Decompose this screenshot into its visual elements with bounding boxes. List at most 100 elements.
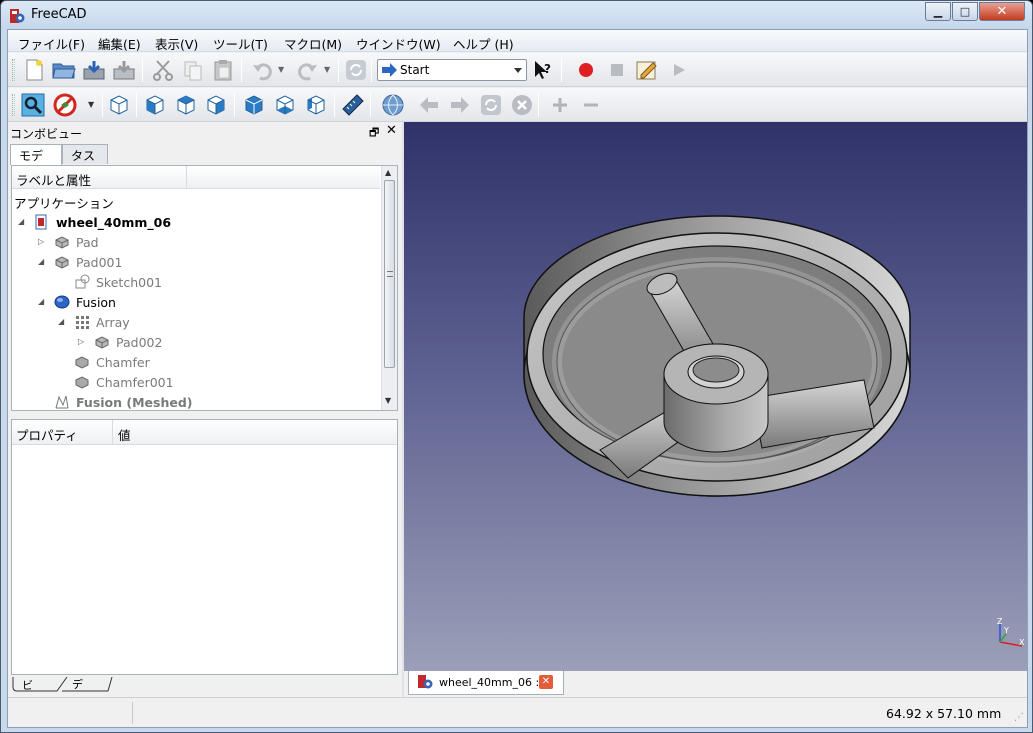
toolbar-grip[interactable] (12, 59, 15, 81)
toolbar-separator (241, 58, 242, 82)
save-button[interactable] (82, 58, 106, 82)
3d-viewport[interactable]: Z Y X (404, 122, 1027, 671)
tree-item[interactable]: Fusion (Meshed) (54, 392, 193, 412)
stop-macro-button[interactable] (605, 58, 629, 82)
tab-model[interactable]: モデル (10, 144, 62, 180)
document-tab[interactable]: wheel_40mm_06 : 1 ✕ (408, 671, 564, 695)
workbench-selector[interactable]: Start (377, 59, 527, 81)
fit-all-button[interactable] (21, 93, 45, 117)
zoom-in-button[interactable] (548, 93, 572, 117)
menu-help[interactable]: ヘルプ (H) (453, 34, 514, 53)
minimize-button[interactable]: ▁ (925, 2, 951, 21)
axis-z-label: Z (997, 617, 1003, 626)
scroll-down-icon[interactable]: ▼ (385, 396, 391, 405)
right-view-button[interactable] (204, 93, 228, 117)
axis-y-label: Y (1004, 626, 1009, 635)
toolbar-separator (136, 93, 137, 117)
menu-tools[interactable]: ツール(T) (213, 34, 268, 53)
tree-item[interactable]: ◢ Array (58, 312, 130, 332)
tree-item[interactable]: Sketch001 (74, 272, 162, 292)
bottom-view-button[interactable] (273, 93, 297, 117)
menu-macro[interactable]: マクロ(M) (284, 34, 342, 53)
float-icon[interactable]: 🗗 (369, 124, 379, 143)
reload-button[interactable] (479, 93, 503, 117)
tree-item-label: wheel_40mm_06 (56, 214, 172, 230)
record-macro-button[interactable] (574, 58, 598, 82)
cut-icon (153, 60, 173, 81)
new-button[interactable] (22, 58, 46, 82)
collapse-arrow-icon[interactable]: ◢ (38, 258, 46, 266)
collapse-arrow-icon[interactable]: ◢ (38, 298, 46, 306)
isometric-view-button[interactable] (107, 93, 131, 117)
web-home-button[interactable] (381, 93, 405, 117)
tab-task[interactable]: タスク (62, 144, 108, 180)
bottom-view-icon (276, 95, 294, 115)
top-view-button[interactable] (174, 93, 198, 117)
undo-dropdown-icon[interactable]: ▼ (278, 65, 284, 74)
tree-item[interactable]: Chamfer001 (74, 372, 174, 392)
tree-item[interactable]: ▷ Pad002 (78, 332, 162, 352)
status-divider (132, 702, 133, 724)
tree-item[interactable]: Chamfer (74, 352, 150, 372)
close-tab-icon[interactable]: ✕ (539, 675, 553, 689)
title-bar[interactable]: FreeCAD ▁ □ ✕ (1, 1, 1032, 29)
chamfer-icon (74, 374, 90, 390)
wheel-model-render (523, 215, 911, 497)
tree-header-label: ラベルと属性 (16, 173, 92, 188)
expand-arrow-icon[interactable]: ▷ (78, 338, 86, 346)
refresh-button[interactable] (344, 58, 368, 82)
save-as-button[interactable] (112, 58, 136, 82)
toolbar-grip[interactable] (12, 94, 15, 116)
stop-button[interactable] (510, 93, 534, 117)
tree-scrollbar[interactable]: ▲ ▼ (381, 166, 397, 410)
rear-view-button[interactable] (242, 93, 266, 117)
close-panel-icon[interactable]: ✕ (386, 123, 397, 138)
zoom-out-button[interactable] (579, 93, 603, 117)
maximize-button[interactable]: □ (952, 2, 978, 21)
menu-edit[interactable]: 編集(E) (98, 34, 141, 53)
draw-style-dropdown-icon[interactable]: ▼ (88, 100, 94, 109)
resize-grip-icon[interactable]: ⋰ (1014, 712, 1024, 723)
tree-item[interactable]: ◢ wheel_40mm_06 (18, 212, 172, 232)
scroll-up-icon[interactable]: ▲ (385, 168, 391, 177)
menu-bar: ファイル(F) 編集(E) 表示(V) ツール(T) マクロ(M) ウインドウ(… (8, 30, 1027, 52)
model-tree: ラベルと属性 アプリケーション ◢ wheel_40mm_06 ▷ Pad ◢ Pad001… (11, 165, 398, 411)
tree-item[interactable]: ◢ Pad001 (38, 252, 122, 272)
scroll-thumb[interactable] (384, 180, 395, 368)
collapse-arrow-icon[interactable]: ◢ (58, 318, 66, 326)
toolbar-separator (102, 93, 103, 117)
property-header: プロパティ 値 (12, 420, 397, 445)
front-view-button[interactable] (143, 93, 167, 117)
collapse-arrow-icon[interactable]: ◢ (18, 218, 26, 226)
edit-macro-button[interactable] (635, 58, 659, 82)
redo-icon (298, 63, 317, 81)
tree-item[interactable]: アプリケーション (14, 192, 114, 212)
open-button[interactable] (52, 58, 76, 82)
axis-x-label: X (1019, 638, 1025, 647)
forward-button[interactable] (448, 93, 472, 117)
menu-view[interactable]: 表示(V) (155, 34, 198, 53)
redo-dropdown-icon[interactable]: ▼ (324, 65, 330, 74)
tree-item-label: Fusion (76, 294, 116, 310)
freecad-logo-icon (10, 9, 25, 23)
tree-item[interactable]: ◢ Fusion (38, 292, 116, 312)
left-view-button[interactable] (304, 93, 328, 117)
redo-button[interactable] (296, 58, 320, 82)
run-macro-button[interactable] (667, 58, 691, 82)
close-button[interactable]: ✕ (979, 2, 1025, 21)
menu-window[interactable]: ウインドウ(W) (356, 34, 441, 53)
menu-file[interactable]: ファイル(F) (18, 34, 85, 53)
tree-item[interactable]: ▷ Pad (38, 232, 99, 252)
tree-item-label: Pad (76, 234, 99, 250)
paste-button[interactable] (211, 58, 235, 82)
fusion-icon (54, 294, 70, 310)
measure-button[interactable] (341, 93, 365, 117)
copy-button[interactable] (181, 58, 205, 82)
draw-style-button[interactable] (53, 93, 77, 117)
whats-this-button[interactable]: ? (531, 58, 555, 82)
arrow-right-icon (382, 63, 397, 77)
undo-button[interactable] (250, 58, 274, 82)
expand-arrow-icon[interactable]: ▷ (38, 238, 46, 246)
cut-button[interactable] (151, 58, 175, 82)
back-button[interactable] (417, 93, 441, 117)
